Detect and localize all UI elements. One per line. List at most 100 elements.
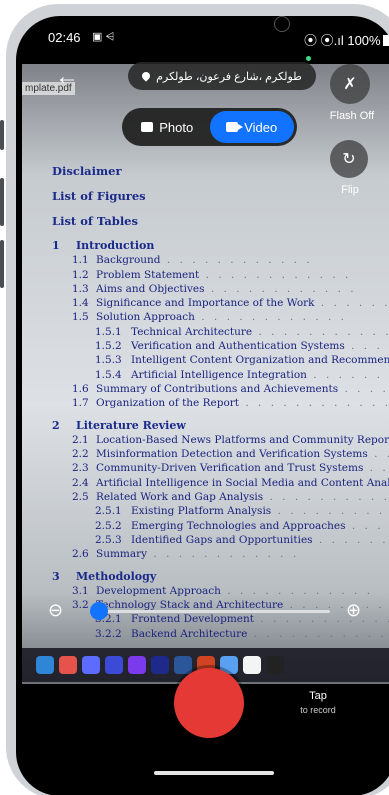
toc-entry: 2.5.2 Emerging Technologies and Approache… <box>52 519 389 533</box>
toc-entry-title: Frontend Development <box>131 613 254 626</box>
arrow-left-icon: ← <box>55 63 79 90</box>
toc-chapter: 2 Literature Review <box>52 419 389 433</box>
toc-entry: 2.5.3 Identified Gaps and Opportunities .… <box>52 533 389 547</box>
toc-leader-dots: . . . . . . . . . . . . <box>160 254 313 267</box>
toc-entry: 3.1 Development Approach . . . . . . . . … <box>52 584 389 598</box>
toc-entry-title: Backend Architecture <box>131 627 248 640</box>
toc-leader-dots: . . . . . . . . . . . . <box>374 448 389 461</box>
toc-entry-title: Verification and Authentication Systems <box>131 340 345 353</box>
battery-icon <box>382 35 389 46</box>
toc-entry: 1.2 Problem Statement . . . . . . . . . .… <box>52 268 389 282</box>
flash-button[interactable]: ✗ <box>330 64 370 104</box>
toc-entry-title: Summary of Contributions and Achievement… <box>96 382 339 395</box>
toc-entry-number: 3.1 <box>72 584 89 597</box>
status-time: 02:46 <box>48 30 81 45</box>
toc-entry-title: Technical Architecture <box>131 325 253 338</box>
toc-entry: 1.5.3 Intelligent Content Organization an… <box>52 353 389 367</box>
toc-chapter: 1 Introduction <box>52 239 389 253</box>
toc-front-entry: List of Tables <box>52 214 138 228</box>
toc-entry-number: 1.3 <box>72 282 89 295</box>
word-app-icon <box>174 656 192 674</box>
video-mode-button[interactable]: Video <box>209 111 294 143</box>
appletv-app-icon <box>266 656 284 674</box>
video-camera-icon <box>226 122 244 132</box>
teams-app-icon <box>105 656 123 674</box>
zoom-in-icon[interactable]: ⊕ <box>346 600 368 622</box>
toc-leader-dots: . . . . . . . . . . . . <box>260 613 389 626</box>
vscode-app-icon <box>36 656 54 674</box>
toc-leader-dots: . . . . . . . . . . . . <box>239 397 389 410</box>
back-button[interactable]: ← <box>50 60 84 94</box>
status-right-text: ⦿ ⦿.ıl 100% <box>304 33 381 48</box>
toc-entry-number: 1.5 <box>72 311 89 324</box>
toc-entry: 2.1 Location-Based News Platforms and Com… <box>52 433 389 447</box>
toc-entry-title: Related Work and Gap Analysis <box>96 491 264 504</box>
toc-entry-title: Problem Statement <box>96 268 200 281</box>
toc-entry: 1.3 Aims and Objectives . . . . . . . . .… <box>52 282 389 296</box>
status-right: ⦿ ⦿.ıl 100% <box>304 30 389 64</box>
toc-chapter-number: 1 <box>52 239 60 252</box>
toc-entry-title: Artificial Intelligence Integration <box>131 368 307 381</box>
flip-camera-button[interactable]: ↻ <box>330 140 368 178</box>
toc-entry: 1.6 Summary of Contributions and Achievem… <box>52 382 389 396</box>
toc-entry: 2.4 Artificial Intelligence in Social Med… <box>52 476 389 490</box>
toc-chapter: 3 Methodology <box>52 570 389 584</box>
privacy-dot-icon <box>306 56 311 61</box>
toc-leader-dots: . . . . . . . . . . . . <box>204 282 357 295</box>
toc-chapter-title: Literature Review <box>76 418 186 432</box>
toc-entry-number: 2.6 <box>72 548 89 561</box>
premiere-app-icon <box>151 656 169 674</box>
toc-entry: 1.1 Background . . . . . . . . . . . . <box>52 253 389 267</box>
location-label: طولكرم ،شارع فرعون، طولكرم <box>156 70 302 83</box>
toc-entry-number: 1.4 <box>72 297 89 310</box>
toc-entry-title: Summary <box>96 548 148 561</box>
toc-entry-number: 2.5.1 <box>95 505 122 518</box>
video-mode-label: Video <box>244 119 278 135</box>
side-button <box>0 178 4 226</box>
flash-label: Flash Off <box>329 110 375 122</box>
toc-entry: 2.3 Community-Driven Verification and Tru… <box>52 461 389 475</box>
toc-entry-number: 2.1 <box>72 433 89 446</box>
toc-leader-dots: . . . . . . . . . . . . <box>147 548 300 561</box>
toc-entry-number: 1.5.2 <box>95 340 122 353</box>
toc-entry-number: 2.3 <box>72 462 89 475</box>
toc-entry-title: Organization of the Report <box>96 397 240 410</box>
toc-entry: 1.5 Solution Approach . . . . . . . . . .… <box>52 310 389 324</box>
toc-entry-number: 1.1 <box>72 254 89 267</box>
canva-app-icon <box>128 656 146 674</box>
toc-entry-number: 2.5 <box>72 491 89 504</box>
toc-entry: 1.5.1 Technical Architecture . . . . . . … <box>52 325 389 339</box>
side-button <box>0 240 4 288</box>
zoom-out-icon[interactable]: ⊖ <box>48 600 70 622</box>
calendar-app-icon <box>82 656 100 674</box>
location-chip[interactable]: طولكرم ،شارع فرعون، طولكرم <box>128 62 316 90</box>
record-button[interactable] <box>174 668 244 738</box>
toc-entry-number: 1.5.4 <box>95 368 122 381</box>
toc-leader-dots: . . . . . . . . . . . . <box>318 533 389 546</box>
toc-entry-number: 1.5.3 <box>95 354 122 367</box>
toc-entry: 3.2.2 Backend Architecture . . . . . . . … <box>52 627 389 641</box>
toc-leader-dots: . . . . . . . . . . . . <box>258 325 389 338</box>
zoom-slider-track[interactable] <box>90 610 330 613</box>
toc-entry-number: 2.2 <box>72 448 89 461</box>
toc-chapter-number: 2 <box>52 418 60 432</box>
toc-entry: 2.2 Misinformation Detection and Verifica… <box>52 447 389 461</box>
home-indicator[interactable] <box>154 771 274 775</box>
toc-entry-title: Artificial Intelligence in Social Media … <box>96 476 389 489</box>
toc-leader-dots: . . . . . . . . . . . . <box>269 491 389 504</box>
photo-mode-button[interactable]: Photo <box>125 111 210 143</box>
figma-app-icon <box>59 656 77 674</box>
zoom-slider-handle[interactable] <box>89 602 108 620</box>
photo-mode-label: Photo <box>159 119 194 135</box>
toc-entry-title: Location-Based News Platforms and Commun… <box>96 433 389 446</box>
camera-icon <box>141 122 154 132</box>
record-hint-sub: to record <box>300 705 336 715</box>
toc-entry-title: Emerging Technologies and Approaches <box>131 519 346 532</box>
toc-leader-dots: . . . . . . . . . . . . <box>369 462 389 475</box>
flash-off-icon: ✗ <box>343 76 357 93</box>
toc-leader-dots: . . . . . . . . . . . . <box>247 627 389 640</box>
toc-entry-title: Background <box>96 254 161 267</box>
flip-label: Flip <box>341 184 359 196</box>
toc-entry-title: Intelligent Content Organization and Rec… <box>131 354 389 367</box>
toc-entry: 1.4 Significance and Importance of the Wo… <box>52 296 389 310</box>
